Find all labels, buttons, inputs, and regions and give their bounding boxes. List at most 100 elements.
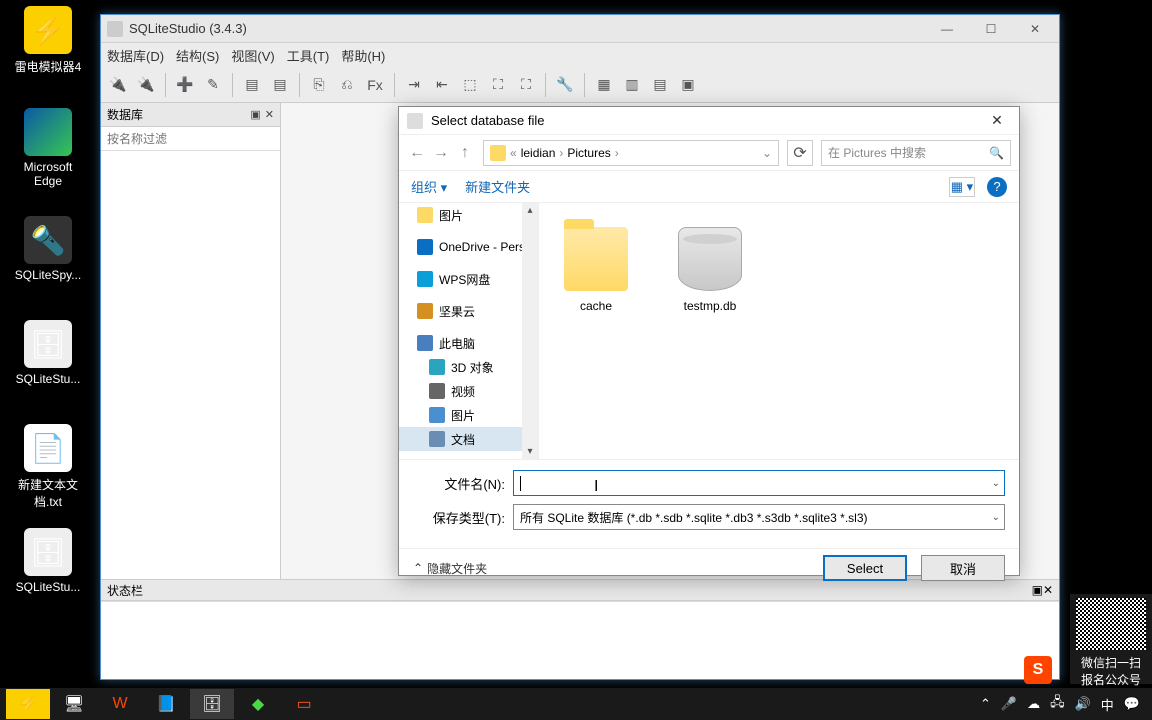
- icon-label: SQLiteStu...: [16, 372, 81, 386]
- tool-expand-icon[interactable]: ⛶: [485, 72, 511, 98]
- file-item-testmp[interactable]: testmp.db: [665, 215, 755, 313]
- video-icon: [429, 383, 445, 399]
- tool-box-icon[interactable]: ⬚: [457, 72, 483, 98]
- desktop-icon-sqlitestudio2[interactable]: 🗄SQLiteStu...: [10, 528, 86, 594]
- task-green[interactable]: ◆: [236, 689, 280, 719]
- desktop-icon-leidian[interactable]: ⚡雷电模拟器4: [10, 6, 86, 75]
- folder-icon: [417, 207, 433, 223]
- cancel-button[interactable]: 取消: [921, 555, 1005, 581]
- tray-volume-icon[interactable]: 🔊: [1075, 696, 1091, 712]
- tree-item-onedrive[interactable]: OneDrive - Pers: [399, 235, 538, 259]
- tool-tile1-icon[interactable]: ▦: [591, 72, 617, 98]
- tool-disconnect-icon[interactable]: 🔌: [133, 72, 159, 98]
- scroll-down-icon[interactable]: ▾: [527, 446, 532, 457]
- titlebar[interactable]: SQLiteStudio (3.4.3) — ☐ ✕: [101, 15, 1059, 43]
- dialog-titlebar[interactable]: Select database file ✕: [399, 107, 1019, 135]
- desktop-icon-edge[interactable]: Microsoft Edge: [10, 108, 86, 188]
- tool-collapse-icon[interactable]: ⛶: [513, 72, 539, 98]
- status-title: 状态栏: [107, 582, 143, 599]
- tool-tile3-icon[interactable]: ▤: [647, 72, 673, 98]
- breadcrumb-segment[interactable]: leidian: [521, 146, 556, 160]
- tray-ime[interactable]: 中: [1101, 695, 1114, 714]
- tree-item-documents[interactable]: 文档: [399, 427, 538, 451]
- tool-sql2-icon[interactable]: ▤: [267, 72, 293, 98]
- search-box[interactable]: 在 Pictures 中搜索 🔍: [821, 140, 1011, 166]
- desktop-icon-textfile[interactable]: 📄新建文本文档.txt: [10, 424, 86, 510]
- tray-network-icon[interactable]: 🖧: [1050, 693, 1065, 715]
- breadcrumb-dropdown-icon[interactable]: ⌄: [762, 146, 772, 160]
- tree-item-jianguo[interactable]: 坚果云: [399, 299, 538, 323]
- tool-tile2-icon[interactable]: ▥: [619, 72, 645, 98]
- hide-folders-toggle[interactable]: ⌃隐藏文件夹: [413, 560, 487, 577]
- tree-item-pictures[interactable]: 图片: [399, 203, 538, 227]
- status-close-icon[interactable]: ✕: [1043, 583, 1053, 597]
- tray-chevron-icon[interactable]: ⌃: [980, 696, 991, 712]
- tool-tile4-icon[interactable]: ▣: [675, 72, 701, 98]
- tool-history-icon[interactable]: ⎌: [334, 72, 360, 98]
- qr-text2: 报名公众号: [1070, 671, 1152, 688]
- help-button[interactable]: ?: [987, 177, 1007, 197]
- close-button[interactable]: ✕: [1017, 18, 1053, 40]
- task-explorer[interactable]: 🖥: [52, 689, 96, 719]
- nav-forward-icon[interactable]: →: [431, 144, 451, 162]
- tool-config-icon[interactable]: 🔧: [552, 72, 578, 98]
- menu-help[interactable]: 帮助(H): [341, 46, 385, 65]
- tree-item-thispc[interactable]: 此电脑: [399, 331, 538, 355]
- menu-structure[interactable]: 结构(S): [176, 46, 219, 65]
- file-dialog: Select database file ✕ ← → ↑ « leidian ›…: [398, 106, 1020, 576]
- status-maximize-icon[interactable]: ▣: [1032, 583, 1043, 597]
- nav-back-icon[interactable]: ←: [407, 144, 427, 162]
- breadcrumb-segment[interactable]: Pictures: [567, 146, 610, 160]
- desktop-icon-sqlitespy[interactable]: 🔦SQLiteSpy...: [10, 216, 86, 282]
- tool-ddl-icon[interactable]: ⎘: [306, 72, 332, 98]
- tray-cloud-icon[interactable]: ☁: [1027, 696, 1040, 712]
- organize-button[interactable]: 组织 ▾: [411, 177, 447, 196]
- dialog-close-button[interactable]: ✕: [983, 110, 1011, 132]
- desktop-icon-sqlitestudio[interactable]: 🗄SQLiteStu...: [10, 320, 86, 386]
- tool-sql-icon[interactable]: ▤: [239, 72, 265, 98]
- filter-input[interactable]: [101, 127, 280, 151]
- tray-mic-icon[interactable]: 🎤: [1001, 696, 1017, 712]
- file-list[interactable]: cache testmp.db: [539, 203, 1019, 459]
- tree-scrollbar[interactable]: ▴▾: [522, 203, 538, 459]
- filename-input[interactable]: ⌄: [513, 470, 1005, 496]
- tool-edit-db-icon[interactable]: ✎: [200, 72, 226, 98]
- file-item-cache[interactable]: cache: [551, 215, 641, 313]
- tray-notify-icon[interactable]: 💬: [1124, 696, 1140, 712]
- tree-item-pictures2[interactable]: 图片: [399, 403, 538, 427]
- task-notepad[interactable]: 📘: [144, 689, 188, 719]
- new-folder-button[interactable]: 新建文件夹: [465, 177, 530, 196]
- minimize-button[interactable]: —: [929, 18, 965, 40]
- breadcrumb[interactable]: « leidian › Pictures › ⌄: [483, 140, 779, 166]
- database-icon: [678, 227, 742, 291]
- sogou-ime-icon[interactable]: S: [1024, 656, 1052, 684]
- select-button[interactable]: Select: [823, 555, 907, 581]
- menu-tools[interactable]: 工具(T): [287, 46, 330, 65]
- nav-up-icon[interactable]: ↑: [455, 144, 475, 162]
- task-orange[interactable]: ▭: [282, 689, 326, 719]
- tree-item-videos[interactable]: 视频: [399, 379, 538, 403]
- panel-close-icon[interactable]: ✕: [265, 108, 274, 121]
- maximize-button[interactable]: ☐: [973, 18, 1009, 40]
- tree-item-3dobjects[interactable]: 3D 对象: [399, 355, 538, 379]
- scroll-up-icon[interactable]: ▴: [527, 205, 532, 216]
- search-icon[interactable]: 🔍: [989, 146, 1004, 160]
- folder-icon: [490, 145, 506, 161]
- tool-import-icon[interactable]: ⇥: [401, 72, 427, 98]
- dropdown-icon[interactable]: ⌄: [992, 478, 1000, 489]
- view-mode-button[interactable]: ▦ ▾: [949, 177, 975, 197]
- panel-maximize-icon[interactable]: ▣: [250, 108, 260, 121]
- refresh-button[interactable]: ⟳: [787, 140, 813, 166]
- tool-export-icon[interactable]: ⇤: [429, 72, 455, 98]
- task-sqlitestudio[interactable]: 🗄: [190, 689, 234, 719]
- task-leidian[interactable]: ⚡: [6, 689, 50, 719]
- tool-add-db-icon[interactable]: ➕: [172, 72, 198, 98]
- task-wps[interactable]: W: [98, 689, 142, 719]
- dropdown-icon[interactable]: ⌄: [992, 512, 1000, 523]
- tool-function-icon[interactable]: Fx: [362, 72, 388, 98]
- tree-item-wps[interactable]: WPS网盘: [399, 267, 538, 291]
- filetype-select[interactable]: 所有 SQLite 数据库 (*.db *.sdb *.sqlite *.db3…: [513, 504, 1005, 530]
- menu-view[interactable]: 视图(V): [231, 46, 274, 65]
- tool-connect-icon[interactable]: 🔌: [105, 72, 131, 98]
- menu-database[interactable]: 数据库(D): [107, 46, 164, 65]
